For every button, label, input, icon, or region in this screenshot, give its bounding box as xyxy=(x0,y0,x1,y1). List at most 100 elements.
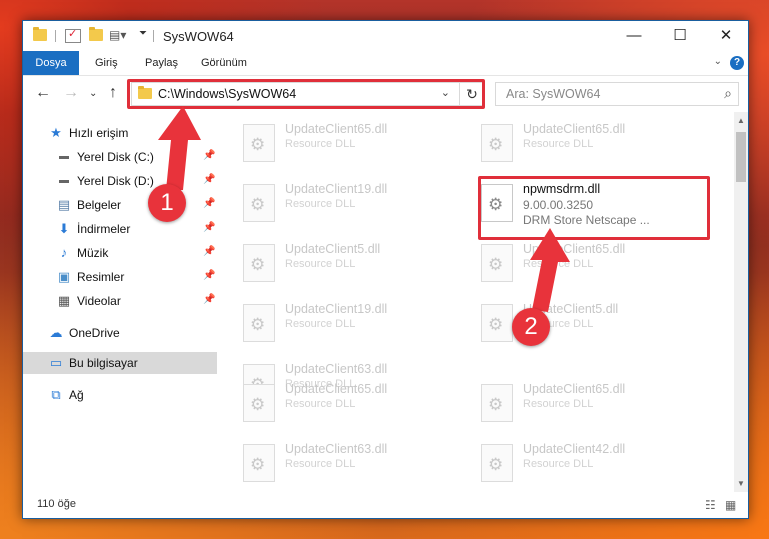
file-name: UpdateClient65.dll xyxy=(523,122,626,136)
tab-home[interactable]: Giriş xyxy=(95,51,118,75)
file-name: UpdateClient19.dll xyxy=(285,182,388,196)
file-name: UpdateClient5.dll xyxy=(285,242,381,256)
sidebar-item-documents[interactable]: ▤ Belgeler 📌 xyxy=(23,194,217,216)
sidebar-item-label: Belgeler xyxy=(77,198,122,212)
sidebar-item-local-disk-d[interactable]: ▬ Yerel Disk (D:) 📌 xyxy=(23,170,217,192)
file-type: Resource DLL xyxy=(523,138,594,150)
sidebar-item-downloads[interactable]: ⬇ İndirmeler 📌 xyxy=(23,218,217,240)
file-type: Resource DLL xyxy=(523,258,594,270)
dll-file-icon xyxy=(481,244,513,282)
scroll-down-icon[interactable]: ▼ xyxy=(737,479,745,488)
chevron-down-icon[interactable]: ⏷ xyxy=(139,28,147,39)
pictures-icon: ▣ xyxy=(57,269,71,284)
file-item[interactable]: UpdateClient65.dll Resource DLL xyxy=(475,238,705,292)
file-type: Resource DLL xyxy=(285,258,356,270)
file-highlight-box xyxy=(478,176,710,240)
expand-ribbon-icon[interactable]: ⌄ xyxy=(714,56,722,67)
file-item[interactable]: UpdateClient65.dll Resource DLL xyxy=(237,378,467,432)
sidebar-item-label: Bu bilgisayar xyxy=(69,356,138,370)
dll-file-icon xyxy=(243,244,275,282)
new-folder-icon[interactable] xyxy=(89,27,103,41)
tab-file[interactable]: Dosya xyxy=(23,51,79,75)
recent-locations-button[interactable]: ⌄ xyxy=(89,88,97,99)
properties-icon[interactable] xyxy=(65,27,81,43)
ribbon-tabs: Dosya Giriş Paylaş Görünüm ⌄ ? xyxy=(23,51,748,76)
file-name: UpdateClient63.dll xyxy=(285,362,388,376)
file-name: UpdateClient65.dll xyxy=(523,242,626,256)
dll-file-icon xyxy=(481,384,513,422)
star-icon: ★ xyxy=(50,125,62,140)
folder-icon xyxy=(33,27,47,41)
file-item[interactable]: UpdateClient19.dll Resource DLL xyxy=(237,298,467,352)
pin-icon[interactable]: 📌 xyxy=(203,174,215,185)
network-icon: ⧉ xyxy=(51,387,61,402)
file-list: UpdateClient65.dll Resource DLL UpdateCl… xyxy=(217,112,734,492)
navigation-pane: ★ Hızlı erişim ▬ Yerel Disk (C:) 📌 ▬ Yer… xyxy=(23,112,217,492)
scroll-up-icon[interactable]: ▲ xyxy=(737,116,745,125)
sidebar-item-this-pc[interactable]: ▭ Bu bilgisayar xyxy=(23,352,217,374)
sidebar-item-pictures[interactable]: ▣ Resimler 📌 xyxy=(23,266,217,288)
file-type: Resource DLL xyxy=(285,318,356,330)
file-item[interactable]: UpdateClient65.dll Resource DLL xyxy=(475,378,705,432)
pin-icon[interactable]: 📌 xyxy=(203,270,215,281)
file-name: UpdateClient19.dll xyxy=(285,302,388,316)
pin-icon[interactable]: 📌 xyxy=(203,294,215,305)
sidebar-item-label: Ağ xyxy=(69,388,84,402)
sidebar-item-videos[interactable]: ▦ Videolar 📌 xyxy=(23,290,217,312)
status-bar: 110 öğe ☷ ▦ xyxy=(23,492,748,518)
up-button[interactable]: ↑ xyxy=(109,84,117,102)
file-item[interactable]: UpdateClient63.dll Resource DLL xyxy=(237,438,467,492)
sidebar-item-label: İndirmeler xyxy=(77,222,131,236)
details-view-icon[interactable]: ☷ xyxy=(705,498,716,512)
pin-icon[interactable]: 📌 xyxy=(203,150,215,161)
separator xyxy=(55,30,56,42)
sidebar-item-local-disk-c[interactable]: ▬ Yerel Disk (C:) 📌 xyxy=(23,146,217,168)
sidebar-item-label: Yerel Disk (D:) xyxy=(77,174,154,188)
pin-icon[interactable]: 📌 xyxy=(203,222,215,233)
file-item[interactable]: UpdateClient19.dll Resource DLL xyxy=(237,178,467,232)
sidebar-item-label: Müzik xyxy=(77,246,109,260)
pin-icon[interactable]: 📌 xyxy=(203,198,215,209)
sidebar-item-quick-access[interactable]: ★ Hızlı erişim xyxy=(23,122,217,144)
drive-icon: ▬ xyxy=(59,175,69,186)
file-item[interactable]: UpdateClient42.dll Resource DLL xyxy=(475,438,705,492)
dll-file-icon xyxy=(481,124,513,162)
vertical-scrollbar[interactable]: ▲ ▼ xyxy=(734,112,748,492)
tab-view[interactable]: Görünüm xyxy=(201,51,247,75)
title-bar: ▤▾ ⏷ SysWOW64 — ☐ ✕ xyxy=(23,21,748,51)
tiles-view-icon[interactable]: ▦ xyxy=(725,498,736,512)
file-item[interactable]: UpdateClient65.dll Resource DLL xyxy=(475,118,705,172)
sidebar-item-label: Hızlı erişim xyxy=(69,126,129,140)
maximize-button[interactable]: ☐ xyxy=(657,25,703,47)
videos-icon: ▦ xyxy=(57,293,71,308)
file-type: Resource DLL xyxy=(285,398,356,410)
sidebar-item-label: OneDrive xyxy=(69,326,120,340)
back-button[interactable]: ← xyxy=(35,84,51,102)
sidebar-item-onedrive[interactable]: ☁ OneDrive xyxy=(23,322,217,344)
pin-icon[interactable]: 📌 xyxy=(203,246,215,257)
minimize-button[interactable]: — xyxy=(611,25,657,47)
dll-file-icon xyxy=(243,184,275,222)
file-name: UpdateClient63.dll xyxy=(285,442,388,456)
cloud-icon: ☁ xyxy=(49,325,63,340)
help-button[interactable]: ? xyxy=(730,56,744,70)
step-badge-1: 1 xyxy=(148,184,186,222)
customize-qat-icon[interactable]: ▤▾ xyxy=(109,28,126,42)
scrollbar-thumb[interactable] xyxy=(736,132,746,182)
file-item[interactable]: UpdateClient65.dll Resource DLL xyxy=(237,118,467,172)
separator xyxy=(153,30,154,42)
tab-share[interactable]: Paylaş xyxy=(145,51,178,75)
file-type: Resource DLL xyxy=(285,198,356,210)
file-item[interactable]: UpdateClient5.dll Resource DLL xyxy=(237,238,467,292)
search-input[interactable]: Ara: SysWOW64 ⌕ xyxy=(495,82,739,106)
close-button[interactable]: ✕ xyxy=(703,25,749,47)
sidebar-item-network[interactable]: ⧉ Ağ xyxy=(23,384,217,406)
dll-file-icon xyxy=(243,304,275,342)
dll-file-icon xyxy=(243,124,275,162)
sidebar-item-music[interactable]: ♪ Müzik 📌 xyxy=(23,242,217,264)
forward-button[interactable]: → xyxy=(63,84,79,102)
file-type: Resource DLL xyxy=(285,138,356,150)
file-item[interactable]: UpdateClient5.dll Resource DLL xyxy=(475,298,705,352)
music-icon: ♪ xyxy=(60,245,68,260)
dll-file-icon xyxy=(481,444,513,482)
